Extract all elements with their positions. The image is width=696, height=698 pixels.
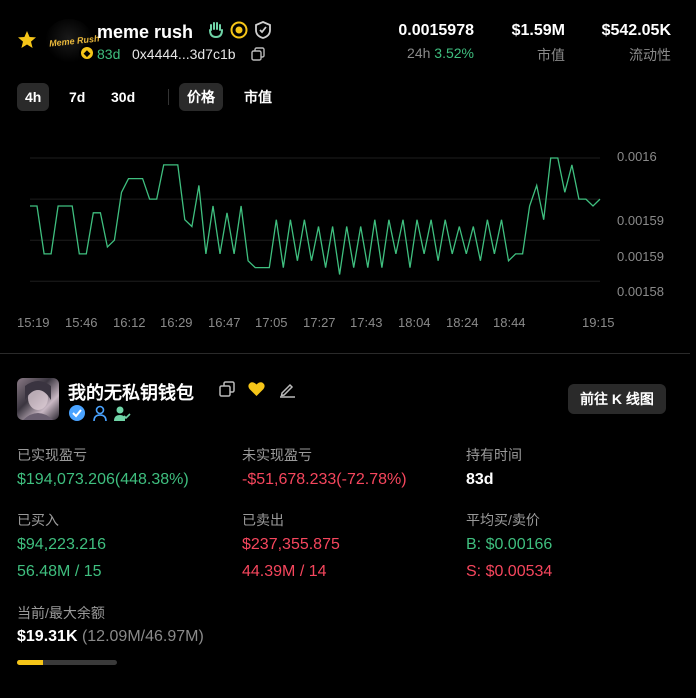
y-tick-label: 0.00158 <box>617 284 664 299</box>
balance-label: 当前/最大余额 <box>17 605 105 621</box>
verified-icon <box>69 405 85 421</box>
token-logo: Meme Rush ◆ <box>45 19 100 63</box>
price-chart[interactable] <box>0 130 696 345</box>
avg-price-label: 平均买/卖价 <box>466 512 540 528</box>
unrealized-pnl-label: 未实现盈亏 <box>242 447 312 463</box>
copy-address-icon[interactable] <box>251 47 265 61</box>
realized-pnl-label: 已实现盈亏 <box>17 447 87 463</box>
hold-time-value: 83d <box>466 471 494 488</box>
bought-value: $94,223.216 <box>17 536 106 553</box>
copy-wallet-icon[interactable] <box>219 381 235 397</box>
tab-4h[interactable]: 4h <box>17 83 50 111</box>
market-cap-value: $1.59M <box>511 22 565 39</box>
avg-buy-price: B: $0.00166 <box>466 536 553 553</box>
y-tick-label: 0.00159 <box>617 213 664 228</box>
x-tick-label: 16:29 <box>160 315 193 330</box>
tab-price[interactable]: 价格 <box>179 83 223 111</box>
x-tick-label: 15:46 <box>65 315 98 330</box>
sold-value: $237,355.875 <box>242 536 340 553</box>
unrealized-pnl-value: -$51,678.233(-72.78%) <box>242 471 407 488</box>
heart-icon[interactable] <box>248 381 265 397</box>
balance-row: $19.31K (12.09M/46.97M) <box>17 628 204 646</box>
hold-time-label: 持有时间 <box>466 447 522 463</box>
balance-value: $19.31K <box>17 628 78 645</box>
change-period: 24h <box>407 45 431 61</box>
tab-7d[interactable]: 7d <box>61 83 93 111</box>
x-tick-label: 15:19 <box>17 315 50 330</box>
x-tick-label: 16:47 <box>208 315 241 330</box>
avg-sell-price: S: $0.00534 <box>466 563 553 580</box>
balance-detail: (12.09M/46.97M) <box>81 628 204 645</box>
wallet-avatar <box>17 378 59 420</box>
section-divider <box>0 353 690 354</box>
balance-progress-fill <box>17 660 43 665</box>
x-tick-label: 17:27 <box>303 315 336 330</box>
liquidity-label: 流动性 <box>629 47 671 63</box>
bought-amount: 56.48M / 15 <box>17 563 102 580</box>
tab-market-cap[interactable]: 市值 <box>236 83 280 111</box>
x-tick-label: 18:04 <box>398 315 431 330</box>
user-check-icon <box>114 406 131 421</box>
sold-label: 已卖出 <box>242 512 284 528</box>
tab-divider <box>168 89 169 105</box>
bought-label: 已买入 <box>17 512 59 528</box>
market-cap-label: 市值 <box>537 47 565 63</box>
edit-icon[interactable] <box>279 381 296 398</box>
kline-button[interactable]: 前往 K 线图 <box>568 384 666 414</box>
x-tick-label: 18:24 <box>446 315 479 330</box>
realized-pnl-value: $194,073.206(448.38%) <box>17 471 189 488</box>
token-name: meme rush <box>97 22 194 42</box>
chain-badge-icon: ◆ <box>79 45 95 61</box>
contract-address[interactable]: 0x4444...3d7c1b <box>132 46 236 62</box>
y-tick-label: 0.00159 <box>617 249 664 264</box>
shield-icon[interactable] <box>253 20 273 40</box>
hand-icon[interactable] <box>206 20 226 40</box>
x-tick-label: 16:12 <box>113 315 146 330</box>
token-price: 0.0015978 <box>398 22 474 39</box>
x-tick-label: 19:15 <box>582 315 615 330</box>
balance-progress <box>17 660 117 665</box>
x-tick-label: 17:43 <box>350 315 383 330</box>
tab-30d[interactable]: 30d <box>103 83 143 111</box>
y-tick-label: 0.0016 <box>617 149 657 164</box>
price-change: 24h 3.52% <box>407 45 474 61</box>
x-tick-label: 18:44 <box>493 315 526 330</box>
wallet-name: 我的无私钥钱包 <box>68 383 194 403</box>
sold-amount: 44.39M / 14 <box>242 563 327 580</box>
price-line <box>30 157 601 275</box>
coin-icon[interactable] <box>229 20 249 40</box>
favorite-star-icon[interactable] <box>17 30 37 50</box>
change-value: 3.52% <box>434 45 474 61</box>
token-age: 83d <box>97 46 121 62</box>
liquidity-value: $542.05K <box>601 22 671 39</box>
user-icon <box>93 405 107 422</box>
x-tick-label: 17:05 <box>255 315 288 330</box>
